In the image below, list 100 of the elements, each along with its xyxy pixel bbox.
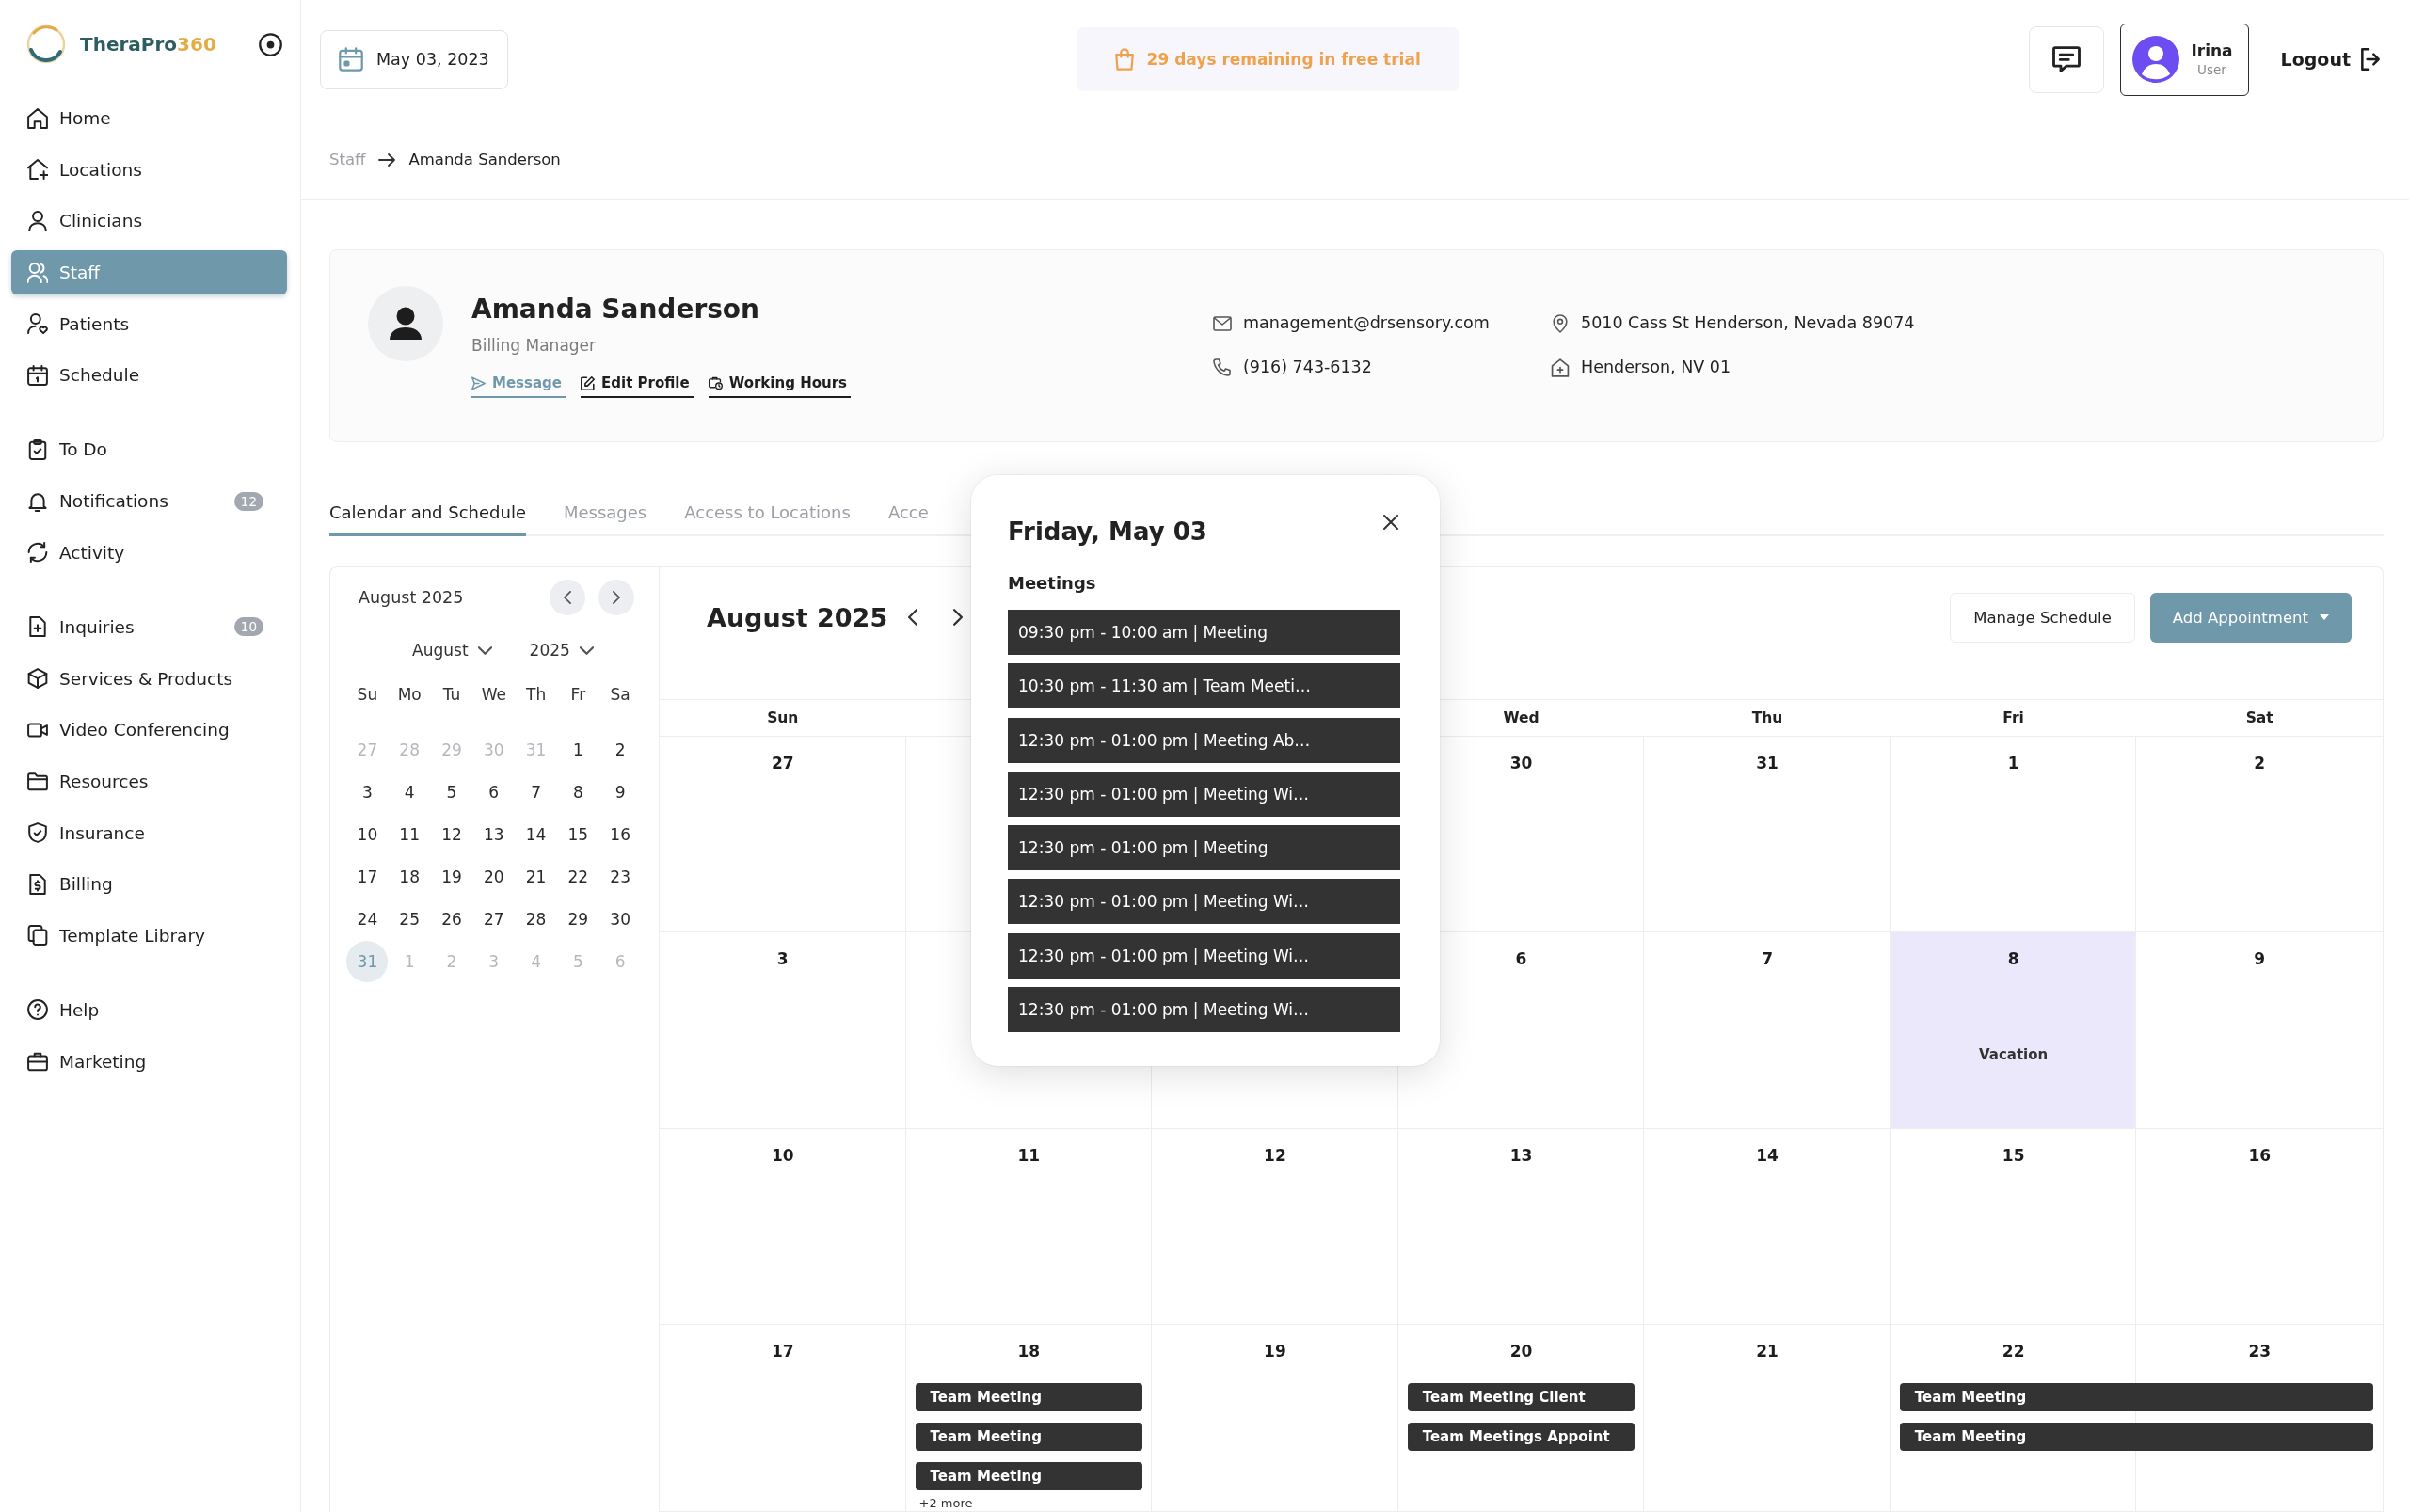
calendar-day[interactable]: 2 bbox=[599, 728, 642, 771]
event-bar[interactable]: Team Meeting bbox=[915, 1383, 1143, 1411]
sidebar-item[interactable]: Help bbox=[11, 987, 287, 1032]
event-bar[interactable]: Team Meetings Appoint bbox=[1407, 1423, 1635, 1451]
calendar-day[interactable]: 24 bbox=[346, 898, 389, 940]
send-icon bbox=[471, 375, 486, 390]
event-bar[interactable]: Team Meeting bbox=[915, 1462, 1143, 1490]
day-number: 27 bbox=[771, 754, 794, 772]
meeting-item[interactable]: 12:30 pm - 01:00 pm | Meeting Wi… bbox=[1008, 879, 1400, 925]
calendar-day[interactable]: 30 bbox=[599, 898, 642, 940]
calendar-day[interactable]: 25 bbox=[389, 898, 431, 940]
calendar-day[interactable]: 1 bbox=[557, 728, 599, 771]
meeting-item[interactable]: 10:30 pm - 11:30 am | Team Meeti… bbox=[1008, 663, 1400, 709]
count-badge: 10 bbox=[233, 617, 263, 637]
calendar-day[interactable]: 17 bbox=[346, 855, 389, 898]
sidebar-item[interactable]: Resources bbox=[11, 758, 287, 804]
tab[interactable]: Calendar and Schedule bbox=[329, 489, 526, 536]
sidebar-item[interactable]: Video Conferencing bbox=[11, 708, 287, 753]
cube-icon bbox=[27, 668, 48, 689]
profile-action-link[interactable]: Edit Profile bbox=[581, 374, 694, 398]
next-month-button[interactable] bbox=[598, 580, 634, 615]
previous-month-button[interactable] bbox=[550, 580, 585, 615]
logout-button[interactable]: Logout bbox=[2280, 48, 2381, 71]
year-select[interactable]: 2025 bbox=[529, 641, 594, 660]
calendar-day[interactable]: 19 bbox=[431, 855, 472, 898]
calendar-day[interactable]: 18 bbox=[389, 855, 431, 898]
meeting-item[interactable]: 12:30 pm - 01:00 pm | Meeting Wi… bbox=[1008, 987, 1400, 1033]
calendar-day[interactable]: 28 bbox=[515, 898, 557, 940]
sidebar-item[interactable]: Billing bbox=[11, 862, 287, 907]
calendar-day[interactable]: 27 bbox=[472, 898, 515, 940]
event-bar[interactable]: Team Meeting bbox=[915, 1423, 1143, 1451]
month-select[interactable]: August bbox=[412, 641, 492, 660]
day-number: 31 bbox=[1756, 754, 1779, 772]
calendar-icon bbox=[27, 364, 48, 386]
sidebar-item[interactable]: Locations bbox=[11, 147, 287, 192]
folder-icon bbox=[27, 771, 48, 792]
calendar-day[interactable]: 11 bbox=[389, 813, 431, 855]
more-link[interactable]: +2 more bbox=[918, 1496, 973, 1511]
sidebar-item[interactable]: Clinicians bbox=[11, 199, 287, 244]
person-heart-icon bbox=[27, 313, 48, 335]
calendar-day[interactable]: 20 bbox=[472, 855, 515, 898]
target-icon[interactable] bbox=[259, 32, 282, 56]
user-menu-button[interactable]: Irina User bbox=[2120, 23, 2249, 96]
meeting-item[interactable]: 12:30 pm - 01:00 pm | Meeting Wi… bbox=[1008, 932, 1400, 979]
meeting-item[interactable]: 09:30 pm - 10:00 am | Meeting bbox=[1008, 610, 1400, 655]
sidebar-item[interactable]: To Do bbox=[11, 427, 287, 472]
sidebar-item[interactable]: Home bbox=[11, 96, 287, 140]
calendar-day[interactable]: 21 bbox=[515, 855, 557, 898]
sidebar-item[interactable]: Schedule bbox=[11, 353, 287, 398]
sidebar-item[interactable]: Patients bbox=[11, 301, 287, 346]
weekday-label: Fr bbox=[570, 685, 586, 704]
chevron-right-icon[interactable] bbox=[953, 609, 964, 626]
calendar-day[interactable]: 9 bbox=[599, 771, 642, 813]
weekday-header: Sun bbox=[767, 709, 799, 726]
chat-button[interactable] bbox=[2029, 25, 2105, 93]
weekday-header: Wed bbox=[1503, 709, 1540, 726]
meeting-item[interactable]: 12:30 pm - 01:00 pm | Meeting bbox=[1008, 825, 1400, 871]
sidebar-item[interactable]: Marketing bbox=[11, 1039, 287, 1084]
weekday-label: Sa bbox=[610, 685, 630, 704]
calendar-day[interactable]: 6 bbox=[472, 771, 515, 813]
calendar-day[interactable]: 13 bbox=[472, 813, 515, 855]
date-button[interactable]: May 03, 2023 bbox=[320, 29, 508, 89]
event-bar[interactable]: Team Meeting Client bbox=[1407, 1383, 1635, 1411]
event-bar[interactable]: Team Meeting bbox=[1899, 1383, 2373, 1411]
sidebar-item[interactable]: Inquiries 10 bbox=[11, 604, 287, 649]
chat-icon bbox=[2052, 46, 2082, 72]
chevron-left-icon[interactable] bbox=[908, 609, 918, 626]
profile-action-link[interactable]: Working Hours bbox=[708, 374, 851, 398]
sidebar-item[interactable]: Template Library bbox=[11, 913, 287, 958]
calendar-day[interactable]: 7 bbox=[515, 771, 557, 813]
sidebar-item[interactable]: Services & Products bbox=[11, 656, 287, 701]
calendar-day[interactable]: 12 bbox=[431, 813, 472, 855]
calendar-day[interactable]: 15 bbox=[557, 813, 599, 855]
calendar-day[interactable]: 22 bbox=[557, 855, 599, 898]
close-icon[interactable] bbox=[1383, 515, 1398, 530]
calendar-day[interactable]: 16 bbox=[599, 813, 642, 855]
calendar-day[interactable]: 8 bbox=[557, 771, 599, 813]
outline-button[interactable]: Manage Schedule bbox=[1950, 592, 2135, 643]
avatar-icon bbox=[2132, 36, 2180, 83]
contact-text: Henderson, NV 01 bbox=[1581, 357, 1731, 378]
sidebar-item[interactable]: Notifications 12 bbox=[11, 479, 287, 524]
calendar-day[interactable]: 4 bbox=[389, 771, 431, 813]
people-icon bbox=[27, 262, 48, 283]
calendar-day[interactable]: 3 bbox=[346, 771, 389, 813]
calendar-day[interactable]: 10 bbox=[346, 813, 389, 855]
calendar-day[interactable]: 14 bbox=[515, 813, 557, 855]
calendar-day[interactable]: 5 bbox=[431, 771, 472, 813]
event-bar[interactable]: Team Meeting bbox=[1899, 1423, 2373, 1451]
calendar-day[interactable]: 29 bbox=[557, 898, 599, 940]
sidebar-item[interactable]: Activity bbox=[11, 530, 287, 575]
arrow-right-icon bbox=[378, 152, 396, 167]
meeting-item[interactable]: 12:30 pm - 01:00 pm | Meeting Wi… bbox=[1008, 771, 1400, 817]
calendar-day[interactable]: 26 bbox=[431, 898, 472, 940]
dollar-document-icon bbox=[27, 873, 48, 895]
calendar-day[interactable]: 23 bbox=[599, 855, 642, 898]
meeting-item[interactable]: 12:30 pm - 01:00 pm | Meeting Ab… bbox=[1008, 717, 1400, 763]
sidebar-item[interactable]: Insurance bbox=[11, 810, 287, 855]
trial-message: 29 days remaining in free trial bbox=[1146, 50, 1421, 69]
clipboard-check-icon bbox=[27, 438, 48, 460]
mail-icon bbox=[1213, 313, 1232, 333]
